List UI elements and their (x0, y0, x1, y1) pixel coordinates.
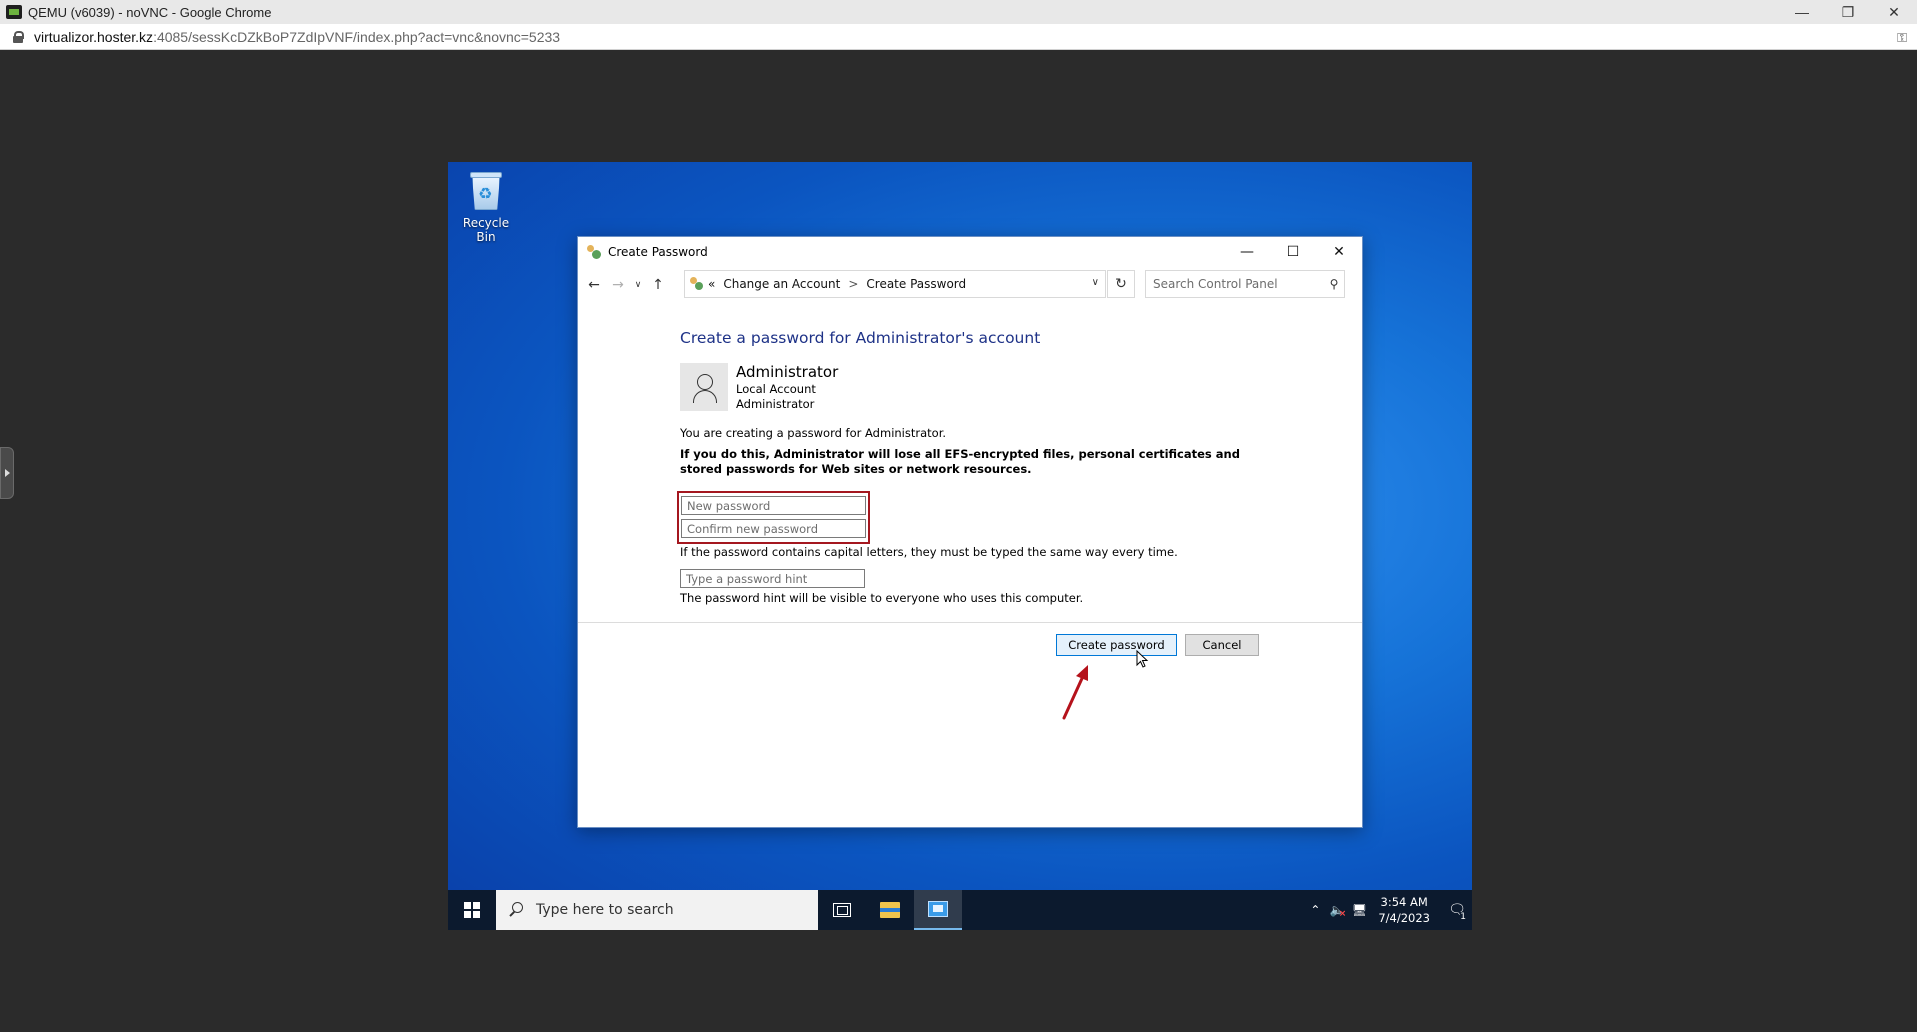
password-hint-field[interactable] (680, 569, 865, 588)
account-name: Administrator (736, 363, 839, 381)
url-path[interactable]: :4085/sessKcDZkBoP7ZdIpVNF/index.php?act… (153, 29, 560, 45)
account-role: Administrator (736, 397, 815, 411)
network-icon[interactable]: 🖥 (1349, 903, 1369, 917)
forward-arrow-icon[interactable]: → (606, 271, 630, 299)
creating-password-text: You are creating a password for Administ… (680, 426, 947, 440)
breadcrumb-overflow[interactable]: « (708, 277, 715, 291)
vnc-favicon-icon (6, 5, 22, 19)
notification-count: 1 (1460, 912, 1466, 922)
lock-icon[interactable] (12, 30, 24, 43)
action-center-icon[interactable]: 🗨 1 (1442, 902, 1472, 922)
vm-desktop: ♻ Recycle Bin Create Password — ☐ ✕ ← → … (448, 162, 1472, 930)
task-view-icon (833, 903, 851, 917)
window-maximize-icon[interactable]: ☐ (1270, 237, 1316, 267)
taskbar-search-text[interactable]: Type here to search (536, 902, 674, 918)
navigation-bar: ← → ∨ ↑ « Change an Account > Create Pas… (578, 270, 1362, 300)
taskbar-search-box[interactable]: Type here to search (496, 890, 818, 930)
cancel-button[interactable]: Cancel (1185, 634, 1259, 656)
file-explorer-icon (880, 902, 900, 918)
back-arrow-icon[interactable]: ← (582, 271, 606, 299)
clock-time: 3:54 AM (1380, 895, 1428, 909)
account-info: Administrator Local Account Administrato… (680, 363, 1320, 412)
chevron-down-icon[interactable]: ∨ (1092, 277, 1099, 288)
breadcrumb[interactable]: « Change an Account > Create Password ∨ (684, 270, 1106, 298)
recent-locations-chevron-icon[interactable]: ∨ (630, 271, 646, 299)
search-control-panel[interactable]: ⚲ (1145, 270, 1345, 298)
annotation-arrow-icon (1062, 665, 1088, 720)
minimize-icon[interactable]: — (1779, 0, 1825, 24)
window-minimize-icon[interactable]: — (1224, 237, 1270, 267)
divider (578, 622, 1362, 623)
confirm-password-field[interactable] (681, 519, 866, 538)
address-bar[interactable]: virtualizor.hoster.kz:4085/sessKcDZkBoP7… (0, 24, 1917, 50)
user-avatar-icon (680, 363, 728, 411)
window-close-icon[interactable]: ✕ (1316, 237, 1362, 267)
capital-letters-note: If the password contains capital letters… (680, 545, 1178, 559)
user-accounts-icon (690, 277, 704, 291)
new-password-field[interactable] (681, 496, 866, 515)
novnc-control-bar-handle[interactable] (0, 447, 14, 499)
control-panel-button[interactable] (914, 890, 962, 930)
browser-window-title: QEMU (v6039) - noVNC - Google Chrome (28, 4, 272, 20)
taskbar: Type here to search ⌃ 🔈 🖥 3:54 AM 7/4/20… (448, 890, 1472, 930)
refresh-icon[interactable]: ↻ (1107, 270, 1135, 298)
page-title: Create a password for Administrator's ac… (680, 329, 1041, 347)
speaker-muted-icon[interactable]: 🔈 (1327, 903, 1347, 919)
content-area: Create a password for Administrator's ac… (677, 329, 1320, 605)
clock[interactable]: 3:54 AM 7/4/2023 (1378, 894, 1430, 926)
task-view-button[interactable] (818, 890, 866, 930)
window-title: Create Password (608, 245, 708, 259)
windows-logo-icon (464, 902, 480, 918)
mouse-cursor-icon (1136, 650, 1149, 668)
recycle-bin[interactable]: ♻ Recycle Bin (452, 170, 520, 244)
hint-visibility-note: The password hint will be visible to eve… (680, 591, 1084, 605)
efs-warning-text: If you do this, Administrator will lose … (680, 447, 1240, 476)
recycle-bin-icon: ♻ (467, 170, 505, 212)
window-titlebar: Create Password — ☐ ✕ (578, 237, 1362, 267)
url-host[interactable]: virtualizor.hoster.kz (34, 29, 153, 45)
restore-icon[interactable]: ❐ (1825, 0, 1871, 24)
breadcrumb-item-change-account[interactable]: Change an Account (723, 277, 840, 291)
breadcrumb-separator: > (848, 277, 859, 291)
create-password-window: Create Password — ☐ ✕ ← → ∨ ↑ « Change a… (577, 236, 1363, 828)
user-accounts-icon (586, 245, 602, 259)
system-tray: ⌃ 🔈 🖥 3:54 AM 7/4/2023 🗨1 (1304, 890, 1472, 930)
key-icon[interactable]: ⚿ (1897, 30, 1907, 46)
up-arrow-icon[interactable]: ↑ (646, 271, 670, 299)
account-type: Local Account (736, 382, 816, 396)
chevron-up-icon[interactable]: ⌃ (1305, 903, 1325, 917)
start-button[interactable] (448, 890, 496, 930)
search-icon[interactable]: ⚲ (1324, 277, 1344, 291)
browser-titlebar: QEMU (v6039) - noVNC - Google Chrome — ❐… (0, 0, 1917, 24)
recycle-bin-label: Recycle Bin (462, 216, 510, 244)
search-icon (508, 902, 524, 918)
breadcrumb-item-create-password[interactable]: Create Password (866, 277, 966, 291)
search-input[interactable] (1153, 277, 1324, 291)
create-password-button[interactable]: Create password (1056, 634, 1177, 656)
close-icon[interactable]: ✕ (1871, 0, 1917, 24)
clock-date: 7/4/2023 (1378, 911, 1430, 925)
file-explorer-button[interactable] (866, 890, 914, 930)
password-fields-highlight (677, 491, 870, 544)
control-panel-icon (928, 901, 948, 917)
